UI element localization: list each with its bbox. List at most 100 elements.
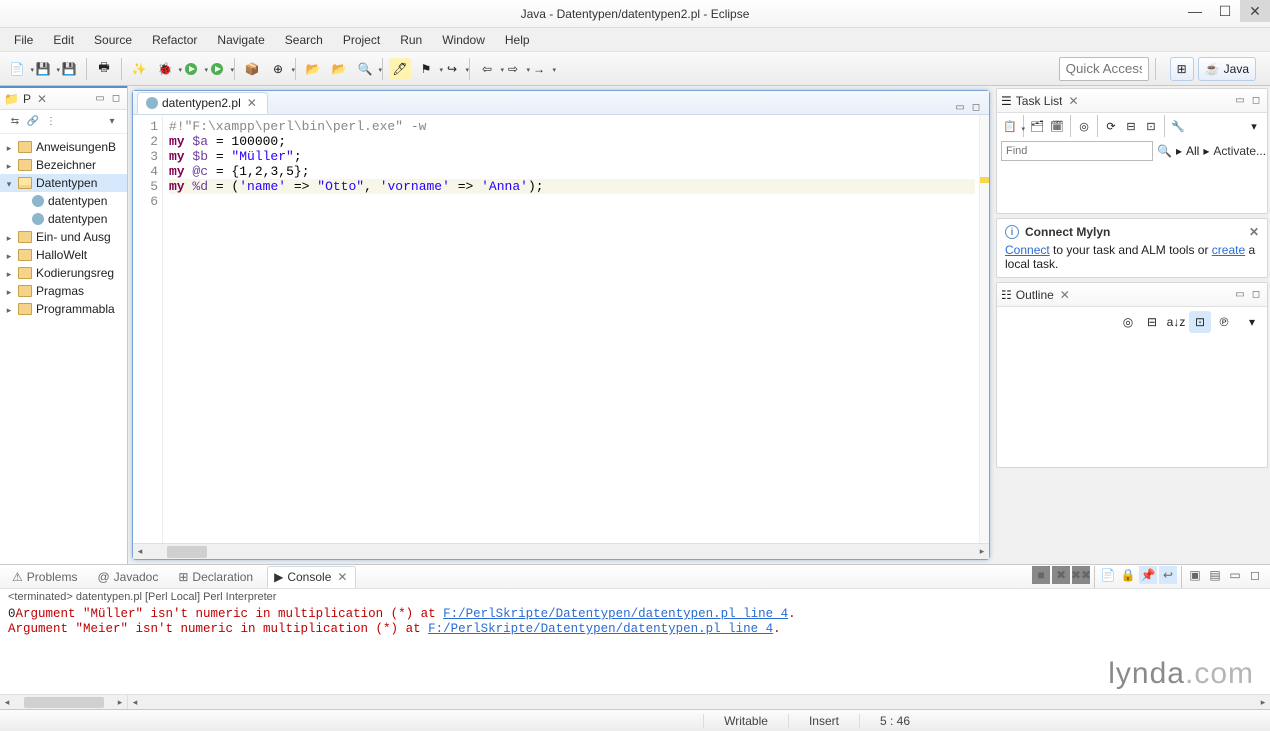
close-icon[interactable]: ✕: [335, 570, 349, 584]
new-type-icon[interactable]: ⊕▾: [267, 58, 289, 80]
code-line[interactable]: #!"F:\xampp\perl\bin\perl.exe" -w: [169, 119, 975, 134]
console-link[interactable]: F:/PerlSkripte/Datentypen/datentypen.pl …: [428, 622, 773, 636]
tab-javadoc[interactable]: @Javadoc: [91, 566, 164, 588]
java-perspective-button[interactable]: ☕ Java: [1198, 57, 1256, 81]
toggle-mark-icon[interactable]: ⚑▾: [415, 58, 437, 80]
last-edit-icon[interactable]: →▾: [528, 58, 550, 80]
save-all-icon[interactable]: 💾: [58, 58, 80, 80]
presentation-icon[interactable]: 🔧: [1169, 117, 1187, 135]
menu-navigate[interactable]: Navigate: [209, 31, 272, 49]
minimize-editor-icon[interactable]: ▭: [953, 100, 967, 114]
link-editor-icon[interactable]: 🔗: [26, 115, 40, 129]
hide-icon[interactable]: ⊡: [1142, 117, 1160, 135]
search-icon[interactable]: 🔍: [1157, 144, 1172, 158]
search-icon[interactable]: 🔍▾: [354, 58, 376, 80]
back-icon[interactable]: ⇦▾: [476, 58, 498, 80]
tree-item[interactable]: Datentypen: [0, 174, 127, 192]
close-icon[interactable]: ✕: [1249, 225, 1259, 239]
minimize-button[interactable]: —: [1180, 0, 1210, 22]
console-output[interactable]: 0Argument "Müller" isn't numeric in mult…: [0, 605, 1270, 694]
hide-fields-icon[interactable]: ⊡: [1189, 311, 1211, 333]
categorize-icon[interactable]: 🗂: [1028, 117, 1046, 135]
minimize-view-icon[interactable]: ▭: [93, 92, 107, 106]
tree-item[interactable]: datentypen: [0, 192, 127, 210]
menu-search[interactable]: Search: [277, 31, 331, 49]
create-link[interactable]: create: [1212, 243, 1245, 257]
minimize-view-icon[interactable]: ▭: [1226, 566, 1244, 584]
tree-item[interactable]: datentypen: [0, 210, 127, 228]
maximize-view-icon[interactable]: ◻: [1249, 94, 1263, 108]
focus-icon[interactable]: ◎: [1075, 117, 1093, 135]
maximize-button[interactable]: ☐: [1210, 0, 1240, 22]
schedule-icon[interactable]: 🗓: [1048, 117, 1066, 135]
tree-item[interactable]: AnweisungenB: [0, 138, 127, 156]
tree-item[interactable]: Programmabla: [0, 300, 127, 318]
menu-edit[interactable]: Edit: [45, 31, 82, 49]
quick-access-input[interactable]: [1059, 57, 1149, 81]
debug-icon[interactable]: 🐞▾: [154, 58, 176, 80]
tab-console[interactable]: ▶Console✕: [267, 566, 356, 588]
editor-horizontal-scrollbar[interactable]: ◂ ▸: [133, 543, 989, 559]
display-icon[interactable]: ▤: [1206, 566, 1224, 584]
highlight-icon[interactable]: 🖊: [389, 58, 411, 80]
forward-icon[interactable]: ⇨▾: [502, 58, 524, 80]
open-perspective-button[interactable]: ⊞: [1170, 57, 1194, 81]
tree-item[interactable]: Kodierungsreg: [0, 264, 127, 282]
maximize-editor-icon[interactable]: ◻: [969, 100, 983, 114]
explorer-tree[interactable]: AnweisungenBBezeichnerDatentypendatentyp…: [0, 134, 127, 564]
connect-link[interactable]: Connect: [1005, 243, 1050, 257]
view-menu-icon[interactable]: ▾: [1241, 311, 1263, 333]
tree-item[interactable]: HalloWelt: [0, 246, 127, 264]
tab-problems[interactable]: ⚠Problems: [6, 566, 83, 588]
code-line[interactable]: my $b = "Müller";: [169, 149, 975, 164]
code-line[interactable]: my $a = 100000;: [169, 134, 975, 149]
view-menu-icon[interactable]: ▾: [105, 115, 119, 129]
tab-declaration[interactable]: ⊞Declaration: [172, 566, 259, 588]
tree-item[interactable]: Ein- und Ausg: [0, 228, 127, 246]
minimize-view-icon[interactable]: ▭: [1233, 94, 1247, 108]
minimize-view-icon[interactable]: ▭: [1233, 288, 1247, 302]
menu-help[interactable]: Help: [497, 31, 538, 49]
next-annotation-icon[interactable]: ↪▾: [441, 58, 463, 80]
editor-tab[interactable]: datentypen2.pl ✕: [137, 92, 268, 114]
scrollbar-thumb[interactable]: [167, 546, 207, 558]
new-package-icon[interactable]: 📦: [241, 58, 263, 80]
new-task-icon[interactable]: 📋▾: [1001, 117, 1019, 135]
menu-run[interactable]: Run: [392, 31, 430, 49]
pin-icon[interactable]: 📌: [1139, 566, 1157, 584]
code-line[interactable]: my @c = {1,2,3,5};: [169, 164, 975, 179]
maximize-view-icon[interactable]: ◻: [109, 92, 123, 106]
az-sort-icon[interactable]: a↓z: [1165, 311, 1187, 333]
menu-refactor[interactable]: Refactor: [144, 31, 205, 49]
focus-outline-icon[interactable]: ◎: [1117, 311, 1139, 333]
print-icon[interactable]: 🖶: [93, 58, 115, 80]
menu-project[interactable]: Project: [335, 31, 388, 49]
close-icon[interactable]: ✕: [35, 92, 49, 106]
open-console-icon[interactable]: ▣: [1186, 566, 1204, 584]
clear-icon[interactable]: 📄: [1099, 566, 1117, 584]
run-icon[interactable]: ▾: [180, 58, 202, 80]
remove-launch-icon[interactable]: ✖: [1052, 566, 1070, 584]
code-area[interactable]: #!"F:\xampp\perl\bin\perl.exe" -wmy $a =…: [163, 115, 979, 543]
sort-icon[interactable]: ⊟: [1141, 311, 1163, 333]
menu-source[interactable]: Source: [86, 31, 140, 49]
scrollbar-thumb[interactable]: [24, 697, 104, 708]
open-resource-icon[interactable]: 📂: [328, 58, 350, 80]
console-link[interactable]: F:/PerlSkripte/Datentypen/datentypen.pl …: [443, 607, 788, 621]
tree-item[interactable]: Bezeichner: [0, 156, 127, 174]
scroll-lock-icon[interactable]: 🔒: [1119, 566, 1137, 584]
menu-window[interactable]: Window: [434, 31, 493, 49]
filters-icon[interactable]: ⋮: [44, 115, 58, 129]
overview-ruler[interactable]: [979, 115, 989, 543]
tree-item[interactable]: Pragmas: [0, 282, 127, 300]
activate-link[interactable]: Activate...: [1213, 144, 1266, 158]
word-wrap-icon[interactable]: ↩: [1159, 566, 1177, 584]
run-last-icon[interactable]: ▾: [206, 58, 228, 80]
collapse-icon[interactable]: ⊟: [1122, 117, 1140, 135]
play-icon[interactable]: ▸: [1176, 144, 1182, 158]
all-label[interactable]: All: [1186, 144, 1199, 158]
filter-icon[interactable]: ℗: [1213, 311, 1235, 333]
task-find-input[interactable]: [1001, 141, 1153, 161]
code-line[interactable]: [169, 194, 975, 209]
menu-file[interactable]: File: [6, 31, 41, 49]
